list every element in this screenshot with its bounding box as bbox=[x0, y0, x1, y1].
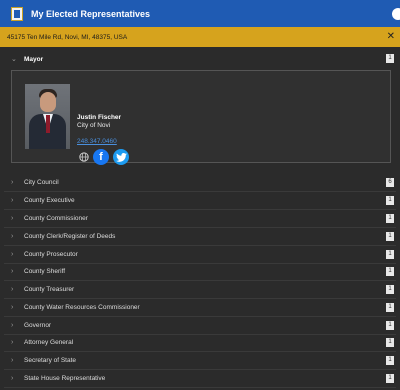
chevron-down-icon: ⌄ bbox=[11, 56, 17, 63]
section-label: County Treasurer bbox=[24, 286, 75, 293]
section-label: County Sheriff bbox=[24, 268, 66, 275]
section-count: 1 bbox=[386, 232, 394, 241]
section-label: County Clerk/Register of Deeds bbox=[24, 233, 116, 240]
section-count: 1 bbox=[386, 303, 394, 312]
section-row[interactable]: › County Prosecutor 1 bbox=[4, 246, 396, 264]
section-count: 1 bbox=[386, 54, 394, 63]
section-row[interactable]: › County Water Resources Commissioner 1 bbox=[4, 299, 396, 317]
section-count: 1 bbox=[386, 267, 394, 276]
section-row[interactable]: › City Council 6 bbox=[4, 174, 396, 192]
chevron-right-icon: › bbox=[11, 304, 14, 311]
section-count: 1 bbox=[386, 321, 394, 330]
chevron-right-icon: › bbox=[11, 179, 14, 186]
section-row[interactable]: › Secretary of State 1 bbox=[4, 352, 396, 370]
representatives-panel: ⌄ Mayor 1 Justin Fischer City of Novi 24… bbox=[0, 47, 400, 390]
chevron-right-icon: › bbox=[11, 357, 14, 364]
section-row[interactable]: › County Sheriff 1 bbox=[4, 263, 396, 281]
section-row[interactable]: › County Commissioner 1 bbox=[4, 210, 396, 228]
chevron-right-icon: › bbox=[11, 215, 14, 222]
section-label: State House Representative bbox=[24, 375, 106, 382]
section-label: City Council bbox=[24, 179, 59, 186]
social-links: f bbox=[79, 149, 129, 165]
section-label: Mayor bbox=[24, 55, 44, 63]
address-text: 45175 Ten Mile Rd, Novi, MI, 48375, USA bbox=[7, 33, 128, 41]
section-count: 1 bbox=[386, 250, 394, 259]
section-row[interactable]: › County Clerk/Register of Deeds 1 bbox=[4, 228, 396, 246]
section-row[interactable]: › Attorney General 1 bbox=[4, 334, 396, 352]
chevron-right-icon: › bbox=[11, 233, 14, 240]
representative-organization: City of Novi bbox=[77, 122, 111, 129]
app-title: My Elected Representatives bbox=[31, 8, 151, 19]
section-label: County Executive bbox=[24, 197, 75, 204]
city-seal-icon bbox=[11, 6, 23, 21]
globe-icon[interactable] bbox=[79, 152, 89, 162]
section-count: 1 bbox=[386, 374, 394, 383]
section-label: Attorney General bbox=[24, 339, 74, 346]
app-header: My Elected Representatives bbox=[0, 0, 400, 27]
chevron-right-icon: › bbox=[11, 339, 14, 346]
section-label: County Prosecutor bbox=[24, 251, 78, 258]
section-count: 1 bbox=[386, 285, 394, 294]
toggle-switch[interactable] bbox=[392, 8, 400, 20]
section-count: 6 bbox=[386, 178, 394, 187]
facebook-icon[interactable]: f bbox=[93, 149, 109, 165]
address-bar: 45175 Ten Mile Rd, Novi, MI, 48375, USA … bbox=[0, 27, 400, 47]
section-label: County Water Resources Commissioner bbox=[24, 304, 140, 311]
twitter-icon[interactable] bbox=[113, 149, 129, 165]
chevron-right-icon: › bbox=[11, 197, 14, 204]
section-label: Governor bbox=[24, 322, 52, 329]
chevron-right-icon: › bbox=[11, 322, 14, 329]
section-label: Secretary of State bbox=[24, 357, 77, 364]
chevron-right-icon: › bbox=[11, 251, 14, 258]
representative-photo bbox=[25, 84, 70, 149]
representative-name: Justin Fischer bbox=[77, 114, 122, 121]
section-row[interactable]: › County Executive 1 bbox=[4, 192, 396, 210]
representative-card: Justin Fischer City of Novi 248.347.0460… bbox=[11, 70, 391, 165]
section-label: County Commissioner bbox=[24, 215, 88, 222]
section-count: 1 bbox=[386, 356, 394, 365]
chevron-right-icon: › bbox=[11, 286, 14, 293]
section-count: 1 bbox=[386, 214, 394, 223]
phone-link[interactable]: 248.347.0460 bbox=[77, 138, 117, 145]
section-count: 1 bbox=[386, 338, 394, 347]
section-row[interactable]: › State House Representative 1 bbox=[4, 370, 396, 388]
section-row[interactable]: › County Treasurer 1 bbox=[4, 281, 396, 299]
section-count: 1 bbox=[386, 196, 394, 205]
section-mayor[interactable]: ⌄ Mayor 1 bbox=[4, 50, 396, 68]
chevron-right-icon: › bbox=[11, 268, 14, 275]
chevron-right-icon: › bbox=[11, 375, 14, 382]
section-row[interactable]: › Governor 1 bbox=[4, 317, 396, 335]
close-icon[interactable]: ✕ bbox=[387, 31, 395, 43]
